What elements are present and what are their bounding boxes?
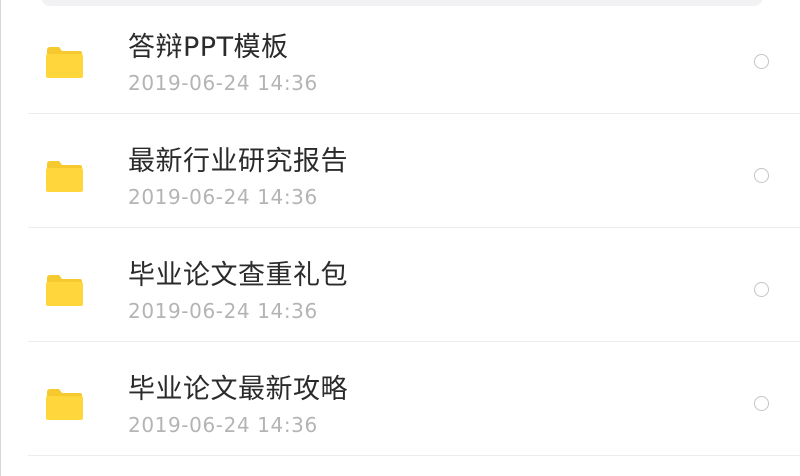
file-date: 2019-06-24 14:36 xyxy=(128,299,318,323)
select-radio[interactable] xyxy=(754,54,769,69)
folder-icon xyxy=(45,46,83,78)
folder-icon xyxy=(45,274,83,306)
file-list-screen: 答辩PPT模板 2019-06-24 14:36 最新行业研究报告 2019-0… xyxy=(0,0,800,476)
file-name: 毕业论文查重礼包 xyxy=(128,260,348,291)
select-radio[interactable] xyxy=(754,168,769,183)
file-date: 2019-06-24 14:36 xyxy=(128,413,318,437)
select-radio[interactable] xyxy=(754,396,769,411)
folder-icon xyxy=(45,160,83,192)
file-name: 最新行业研究报告 xyxy=(128,146,348,177)
select-radio[interactable] xyxy=(754,282,769,297)
file-row[interactable]: 毕业论文查重礼包 2019-06-24 14:36 xyxy=(1,228,800,342)
file-list: 答辩PPT模板 2019-06-24 14:36 最新行业研究报告 2019-0… xyxy=(1,0,800,456)
file-row[interactable]: 答辩PPT模板 2019-06-24 14:36 xyxy=(1,0,800,114)
row-divider xyxy=(28,455,800,456)
file-name: 毕业论文最新攻略 xyxy=(128,374,348,405)
file-row[interactable]: 最新行业研究报告 2019-06-24 14:36 xyxy=(1,114,800,228)
file-date: 2019-06-24 14:36 xyxy=(128,71,318,95)
file-row[interactable]: 毕业论文最新攻略 2019-06-24 14:36 xyxy=(1,342,800,456)
file-name: 答辩PPT模板 xyxy=(128,32,289,63)
file-date: 2019-06-24 14:36 xyxy=(128,185,318,209)
folder-icon xyxy=(45,388,83,420)
